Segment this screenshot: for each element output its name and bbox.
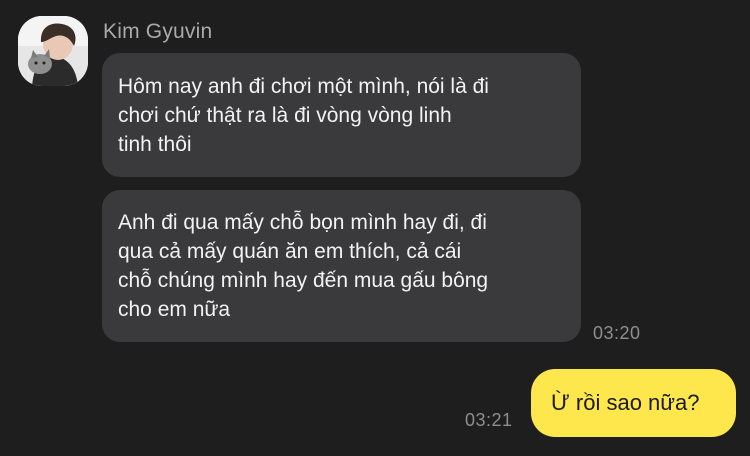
message-text-line: Hôm nay anh đi chơi một mình, nói là đi — [118, 75, 489, 98]
incoming-message-bubble[interactable]: Hôm nay anh đi chơi một mình, nói là đi … — [102, 53, 581, 177]
message-text-line: qua cả mấy quán ăn em thích, cả cái — [118, 240, 462, 263]
message-text-line: chỗ chúng mình hay đến mua gấu bông — [118, 269, 489, 292]
outgoing-message-bubble[interactable]: Ừ rồi sao nữa? — [531, 369, 736, 437]
avatar[interactable] — [18, 16, 88, 86]
incoming-message-bubble[interactable]: Anh đi qua mấy chỗ bọn mình hay đi, đi q… — [102, 190, 581, 342]
message-text-line: cho em nữa — [118, 298, 231, 321]
message-timestamp: 03:20 — [593, 323, 641, 343]
message-text-line: Anh đi qua mấy chỗ bọn mình hay đi, đi — [118, 211, 487, 234]
sender-name[interactable]: Kim Gyuvin — [103, 20, 212, 44]
message-timestamp: 03:21 — [465, 410, 513, 430]
chat-window: Kim Gyuvin Hôm nay anh đi chơi một mình,… — [0, 0, 750, 456]
profile-photo-icon — [18, 16, 88, 86]
message-text-line: chơi chứ thật ra là đi vòng vòng linh — [118, 104, 452, 127]
message-text-line: tinh thôi — [118, 133, 192, 156]
message-text: Ừ rồi sao nữa? — [551, 390, 700, 415]
